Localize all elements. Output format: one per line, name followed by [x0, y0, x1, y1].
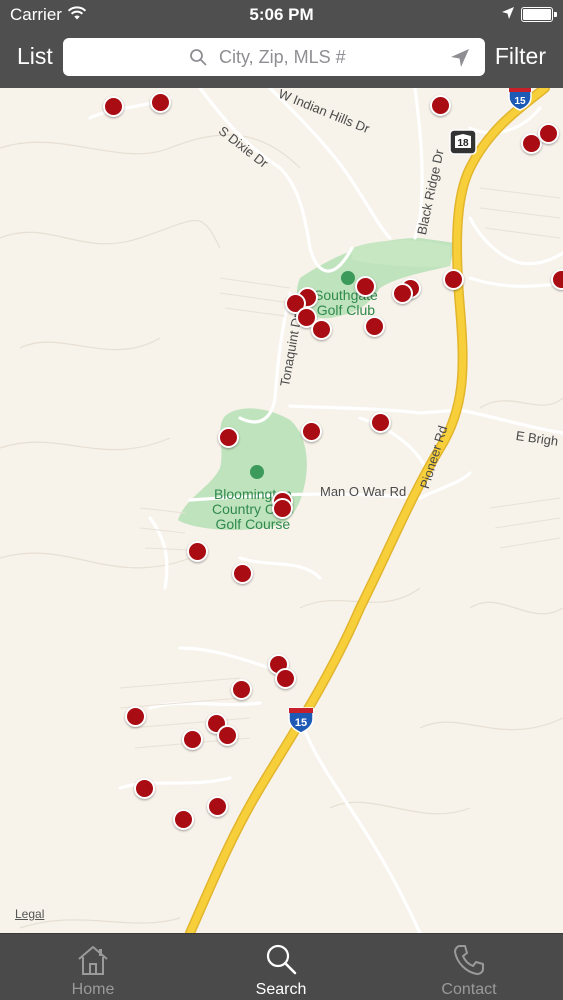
clock: 5:06 PM — [249, 5, 314, 24]
status-bar: Carrier 5:06 PM — [0, 0, 563, 30]
map-view[interactable]: 15 18 15 S Dixie Dr W Indian Hills Dr Bl… — [0, 88, 563, 933]
listing-pin[interactable] — [364, 316, 385, 337]
listing-pin[interactable] — [173, 809, 194, 830]
location-arrow-icon — [502, 7, 514, 19]
listing-pin[interactable] — [311, 319, 332, 340]
tab-contact[interactable]: Contact — [399, 934, 539, 1000]
road-label-man-o-war: Man O War Rd — [320, 484, 407, 499]
search-input[interactable]: City, Zip, MLS # — [63, 38, 485, 76]
listing-pin[interactable] — [103, 96, 124, 117]
shield-15b-number: 15 — [295, 717, 307, 729]
phone-icon — [454, 945, 484, 975]
listing-pin[interactable] — [187, 541, 208, 562]
tab-contact-label: Contact — [441, 981, 497, 998]
listing-pin[interactable] — [538, 123, 559, 144]
listing-pin[interactable] — [207, 796, 228, 817]
legal-link[interactable]: Legal — [15, 907, 44, 921]
shield-18-number: 18 — [457, 138, 469, 149]
tab-home-label: Home — [71, 981, 115, 998]
battery-icon — [521, 7, 557, 22]
listing-pin[interactable] — [275, 668, 296, 689]
listing-pin[interactable] — [125, 706, 146, 727]
interstate-15-shield-icon: 15 — [508, 88, 532, 111]
listing-pin[interactable] — [430, 95, 451, 116]
listing-pin[interactable] — [272, 498, 293, 519]
tab-search-label: Search — [255, 981, 307, 998]
tab-bar: Home Search Contact — [0, 933, 563, 1000]
top-bar: Carrier 5:06 PM List City, Zip, MLS # Fi… — [0, 0, 563, 88]
search-icon — [266, 944, 297, 975]
shield-15a-number: 15 — [514, 96, 526, 107]
interstate-15-shield-icon: 15 — [288, 707, 314, 734]
current-location-icon[interactable] — [449, 47, 471, 69]
route-18-shield-icon: 18 — [449, 129, 477, 155]
listing-pin[interactable] — [150, 92, 171, 113]
listing-pin[interactable] — [217, 725, 238, 746]
listing-pin[interactable] — [232, 563, 253, 584]
listing-pin[interactable] — [301, 421, 322, 442]
tab-home[interactable]: Home — [23, 934, 163, 1000]
listing-pin[interactable] — [355, 276, 376, 297]
tab-search[interactable]: Search — [211, 934, 351, 1000]
listing-pin[interactable] — [218, 427, 239, 448]
listing-pin[interactable] — [231, 679, 252, 700]
search-icon — [190, 49, 207, 66]
filter-button[interactable]: Filter — [495, 43, 546, 70]
listing-pin[interactable] — [134, 778, 155, 799]
navigation-bar: List City, Zip, MLS # Filter — [0, 30, 563, 88]
home-icon — [78, 946, 108, 975]
search-placeholder: City, Zip, MLS # — [219, 47, 346, 67]
list-button[interactable]: List — [17, 43, 53, 70]
listing-pin[interactable] — [392, 283, 413, 304]
listing-pin[interactable] — [443, 269, 464, 290]
app-root: Carrier 5:06 PM List City, Zip, MLS # Fi… — [0, 0, 563, 1000]
listing-pin[interactable] — [182, 729, 203, 750]
listing-pin[interactable] — [370, 412, 391, 433]
